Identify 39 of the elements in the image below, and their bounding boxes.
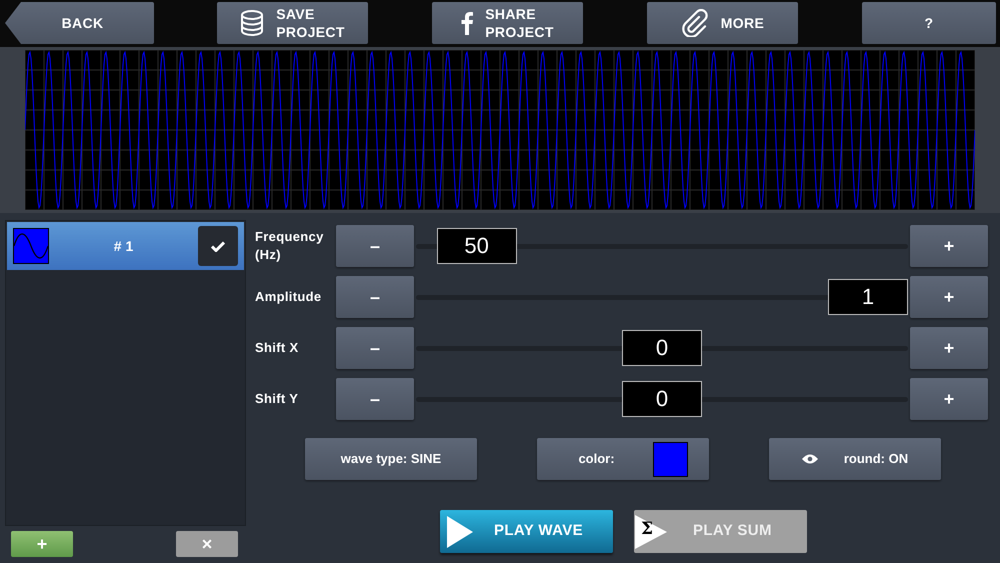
parameter-label: Shift Y [255,390,300,408]
wave-checkbox[interactable] [198,226,238,266]
save-button[interactable]: SAVE PROJECT [217,2,368,44]
back-button[interactable]: BACK [5,2,154,44]
slider-value[interactable]: 50 [436,228,517,264]
slider-track[interactable]: 0 [416,378,908,420]
help-button[interactable]: ? [862,2,996,44]
color-button[interactable]: color: [537,438,709,480]
slider-track[interactable]: 1 [416,276,908,318]
decrease-button[interactable]: – [336,378,414,420]
wave-label: # 1 [112,236,134,256]
play-icon [447,516,473,548]
parameter-label: Frequency (Hz) [255,228,325,264]
parameter-label: Amplitude [255,288,322,306]
decrease-button[interactable]: – [336,225,414,267]
decrease-button[interactable]: – [336,327,414,369]
increase-button[interactable]: + [910,378,988,420]
decrease-button[interactable]: – [336,276,414,318]
checkmark-icon [211,240,225,252]
increase-button[interactable]: + [910,327,988,369]
slider-value[interactable]: 0 [622,381,702,417]
increase-button[interactable]: + [910,276,988,318]
database-icon [240,10,264,36]
slider-value[interactable]: 1 [828,279,908,315]
sigma-play-icon: Σ [635,514,667,548]
eye-icon [802,454,818,464]
paperclip-icon [680,9,709,37]
round-button[interactable]: round: ON [769,438,941,480]
play-wave-button[interactable]: PLAY WAVE [440,510,613,553]
wave-type-button[interactable]: wave type: SINE [305,438,477,480]
slider-value[interactable]: 0 [622,330,702,366]
slider-track[interactable]: 50 [416,225,908,267]
share-button[interactable]: SHARE PROJECT [432,2,583,44]
more-button[interactable]: MORE [647,2,798,44]
facebook-icon [461,11,474,35]
wave-list-item[interactable]: # 1 [7,222,244,270]
slider-track[interactable]: 0 [416,327,908,369]
increase-button[interactable]: + [910,225,988,267]
parameter-label: Shift X [255,339,300,357]
